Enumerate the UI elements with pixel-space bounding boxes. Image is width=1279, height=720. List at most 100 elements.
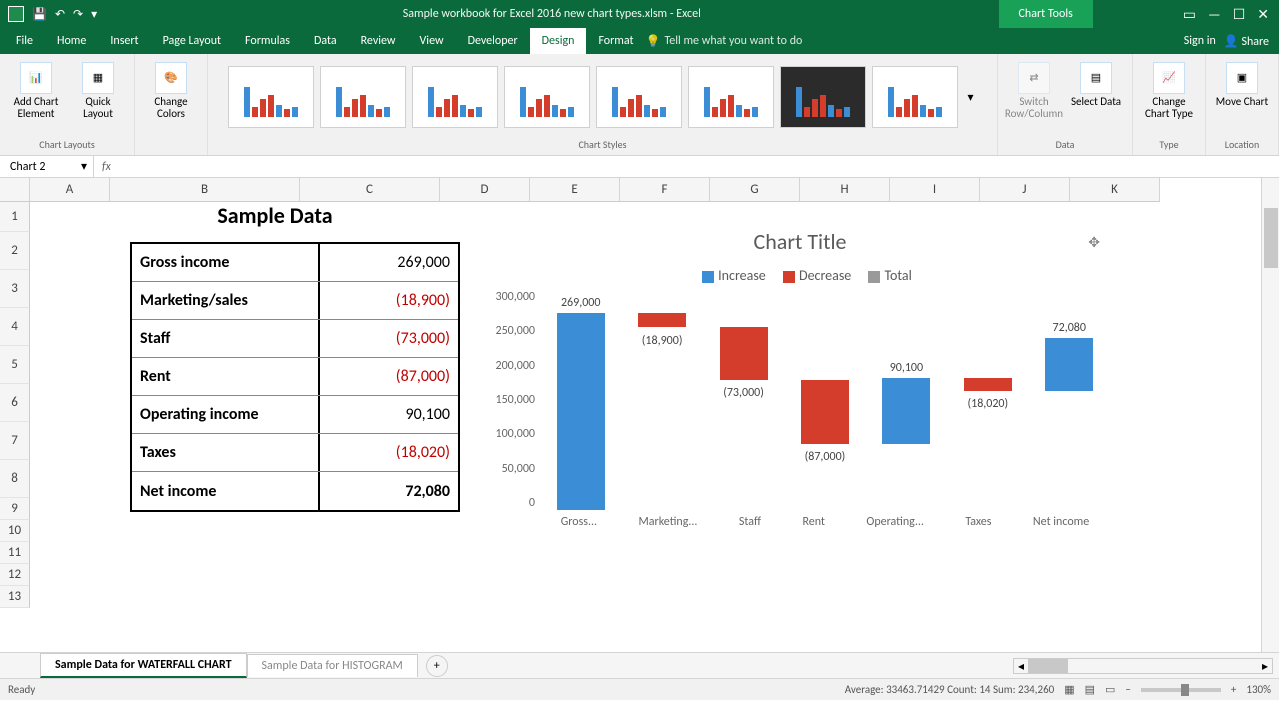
- row-6[interactable]: 6: [0, 384, 30, 422]
- tab-data[interactable]: Data: [302, 28, 349, 54]
- zoom-in-icon[interactable]: +: [1231, 683, 1236, 696]
- bar-rent[interactable]: [801, 380, 849, 444]
- namebox-dropdown-icon[interactable]: ▾: [81, 159, 87, 174]
- row-5[interactable]: 5: [0, 346, 30, 384]
- tab-view[interactable]: View: [408, 28, 456, 54]
- chart-style-7[interactable]: [780, 66, 866, 128]
- chart-style-5[interactable]: [596, 66, 682, 128]
- sheet-tab-histogram[interactable]: Sample Data for HISTOGRAM: [247, 654, 418, 677]
- view-normal-icon[interactable]: ▦: [1064, 683, 1074, 696]
- sign-in-link[interactable]: Sign in: [1184, 34, 1216, 48]
- chart-style-6[interactable]: [688, 66, 774, 128]
- share-button[interactable]: 👤 Share: [1224, 34, 1269, 49]
- bar-net-income[interactable]: [1045, 338, 1093, 391]
- row-9[interactable]: 9: [0, 498, 30, 520]
- change-chart-type-button[interactable]: 📈 Change Chart Type: [1141, 58, 1197, 120]
- col-D[interactable]: D: [440, 178, 530, 202]
- col-H[interactable]: H: [800, 178, 890, 202]
- move-handle-icon[interactable]: ✥: [1088, 234, 1100, 251]
- row-3[interactable]: 3: [0, 270, 30, 308]
- maximize-icon[interactable]: ☐: [1233, 6, 1246, 23]
- select-data-button[interactable]: ▤ Select Data: [1068, 58, 1124, 108]
- ribbon-options-icon[interactable]: ▭: [1183, 6, 1196, 23]
- bar-gross-income[interactable]: [557, 313, 605, 510]
- tab-formulas[interactable]: Formulas: [233, 28, 302, 54]
- row-11[interactable]: 11: [0, 542, 30, 564]
- gallery-more-icon[interactable]: ▾: [964, 90, 978, 105]
- add-chart-element-button[interactable]: 📊 Add Chart Element: [8, 58, 64, 120]
- col-B[interactable]: B: [110, 178, 300, 202]
- chart-styles-gallery[interactable]: ▾: [222, 58, 984, 136]
- redo-icon[interactable]: ↷: [73, 7, 83, 22]
- zoom-out-icon[interactable]: −: [1125, 683, 1130, 696]
- bar-operating[interactable]: [882, 378, 930, 444]
- tab-review[interactable]: Review: [349, 28, 408, 54]
- row-13[interactable]: 13: [0, 586, 30, 608]
- row-2[interactable]: 2: [0, 232, 30, 270]
- chart-title[interactable]: Chart Title: [480, 222, 1120, 255]
- table-label-net: Net income: [132, 472, 320, 510]
- col-J[interactable]: J: [980, 178, 1070, 202]
- chart-style-2[interactable]: [320, 66, 406, 128]
- tab-page-layout[interactable]: Page Layout: [151, 28, 233, 54]
- col-C[interactable]: C: [300, 178, 440, 202]
- row-12[interactable]: 12: [0, 564, 30, 586]
- undo-icon[interactable]: ↶: [55, 7, 65, 22]
- scroll-left-icon[interactable]: ◂: [1014, 659, 1028, 673]
- col-F[interactable]: F: [620, 178, 710, 202]
- tab-design[interactable]: Design: [530, 28, 587, 54]
- bar-taxes[interactable]: [964, 378, 1012, 391]
- vertical-scrollbar[interactable]: [1261, 178, 1279, 652]
- row-1[interactable]: 1: [0, 202, 30, 232]
- scroll-right-icon[interactable]: ▸: [1258, 659, 1272, 673]
- name-box[interactable]: Chart 2▾: [4, 156, 94, 178]
- horizontal-scrollbar[interactable]: ◂▸: [1013, 658, 1273, 674]
- bar-staff[interactable]: [720, 327, 768, 380]
- select-all-button[interactable]: [0, 178, 30, 202]
- table-val-taxes: (18,020): [320, 434, 458, 471]
- tab-home[interactable]: Home: [45, 28, 98, 54]
- view-page-break-icon[interactable]: ▭: [1105, 683, 1115, 696]
- close-icon[interactable]: ✕: [1257, 6, 1269, 23]
- chart-legend[interactable]: Increase Decrease Total: [480, 267, 1120, 284]
- chart-style-4[interactable]: [504, 66, 590, 128]
- chart-plot-area[interactable]: 300,000250,000200,000150,000100,00050,00…: [540, 290, 1110, 540]
- row-7[interactable]: 7: [0, 422, 30, 460]
- row-4[interactable]: 4: [0, 308, 30, 346]
- move-chart-button[interactable]: ▣ Move Chart: [1214, 58, 1270, 108]
- tab-developer[interactable]: Developer: [456, 28, 530, 54]
- table-val-staff: (73,000): [320, 320, 458, 357]
- change-colors-button[interactable]: 🎨 Change Colors: [143, 58, 199, 120]
- save-icon[interactable]: 💾: [32, 7, 47, 22]
- col-G[interactable]: G: [710, 178, 800, 202]
- zoom-slider[interactable]: [1141, 688, 1221, 692]
- bar-label-marketing: (18,900): [642, 334, 683, 348]
- waterfall-chart[interactable]: Chart Title ✥ Increase Decrease Total 30…: [480, 222, 1120, 582]
- worksheet-grid[interactable]: A B C D E F G H I J K 1 2 3 4 5 6 7 8 9 …: [0, 178, 1279, 652]
- titlebar: 💾 ↶ ↷ ▾ Sample workbook for Excel 2016 n…: [0, 0, 1279, 28]
- group-type-label: Type: [1159, 136, 1178, 153]
- chart-style-8[interactable]: [872, 66, 958, 128]
- tell-me-search[interactable]: 💡 Tell me what you want to do: [646, 34, 803, 49]
- tab-file[interactable]: File: [4, 28, 45, 54]
- tab-format[interactable]: Format: [586, 28, 645, 54]
- quick-layout-button[interactable]: ▦ Quick Layout: [70, 58, 126, 120]
- row-10[interactable]: 10: [0, 520, 30, 542]
- chart-style-3[interactable]: [412, 66, 498, 128]
- qat-dropdown-icon[interactable]: ▾: [91, 7, 97, 22]
- col-E[interactable]: E: [530, 178, 620, 202]
- tab-insert[interactable]: Insert: [98, 28, 150, 54]
- bar-marketing[interactable]: [638, 313, 686, 327]
- fx-label[interactable]: fx: [94, 160, 119, 174]
- col-I[interactable]: I: [890, 178, 980, 202]
- chart-style-1[interactable]: [228, 66, 314, 128]
- view-page-layout-icon[interactable]: ▤: [1085, 683, 1095, 696]
- new-sheet-button[interactable]: +: [426, 655, 448, 677]
- col-K[interactable]: K: [1070, 178, 1160, 202]
- row-8[interactable]: 8: [0, 460, 30, 498]
- col-A[interactable]: A: [30, 178, 110, 202]
- minimize-icon[interactable]: —: [1208, 6, 1221, 23]
- zoom-level[interactable]: 130%: [1246, 683, 1271, 696]
- sheet-tab-waterfall[interactable]: Sample Data for WATERFALL CHART: [40, 653, 247, 678]
- table-val-operating: 90,100: [320, 396, 458, 433]
